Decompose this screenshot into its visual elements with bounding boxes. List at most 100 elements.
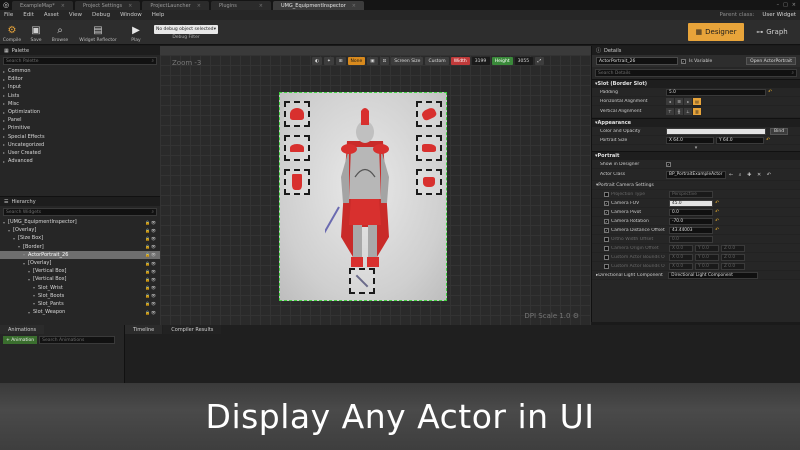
menu-debug[interactable]: Debug: [92, 12, 110, 18]
minimize-icon[interactable]: –: [777, 2, 780, 8]
hierarchy-row[interactable]: ▾ [Overlay] 🔒👁: [0, 259, 160, 267]
height-input[interactable]: 3055: [514, 57, 533, 65]
projection-select[interactable]: Perspective: [669, 190, 713, 198]
align-center-icon[interactable]: ☰: [675, 97, 683, 105]
bounds1-y-input[interactable]: Y 0.0: [695, 253, 719, 261]
actor-portrait-frame[interactable]: [279, 92, 447, 301]
canvas-tool-icon[interactable]: ⤢: [534, 57, 545, 65]
slot-pants[interactable]: [416, 169, 442, 195]
palette-category[interactable]: ▸ Special Effects: [0, 133, 160, 141]
debug-object-select[interactable]: No debug object selected ▾: [154, 24, 218, 34]
palette-category[interactable]: ▸ Uncategorized: [0, 141, 160, 149]
hierarchy-row[interactable]: ▾ [Vertical Box] 🔒👁: [0, 275, 160, 283]
category-slot[interactable]: ▾ Slot (Border Slot): [592, 79, 800, 88]
custom-dropdown[interactable]: Custom: [425, 57, 449, 65]
canvas-tool-icon[interactable]: ⊡: [379, 57, 390, 65]
bounds2-x-input[interactable]: X 0.0: [669, 262, 693, 270]
bounds2-z-input[interactable]: Z 0.0: [721, 262, 745, 270]
close-window-icon[interactable]: ×: [792, 2, 796, 8]
camera-distance-input[interactable]: 43.44003: [669, 226, 713, 234]
canvas-tool-icon[interactable]: ◐: [312, 57, 322, 65]
reset-icon[interactable]: ↶: [766, 137, 770, 143]
align-top-icon[interactable]: ⊤: [666, 108, 674, 115]
hierarchy-row[interactable]: ▾ [Overlay] 🔒👁: [0, 226, 160, 234]
camera-fov-input[interactable]: 45.0: [669, 199, 713, 207]
lock-visibility-icon[interactable]: 🔒👁: [145, 252, 160, 257]
reset-icon[interactable]: ↶: [715, 227, 719, 233]
portrait-size-y-input[interactable]: Y 64.0: [716, 136, 764, 144]
hierarchy-row[interactable]: ▾ Slot_Wrist 🔒👁: [0, 284, 160, 292]
save-button[interactable]: ▣ Save: [24, 20, 48, 45]
align-bottom-icon[interactable]: ⊥: [684, 108, 692, 115]
lock-visibility-icon[interactable]: 🔒👁: [145, 285, 160, 290]
none-button[interactable]: None: [347, 57, 366, 65]
slot-wrist[interactable]: [416, 101, 442, 127]
palette-search-input[interactable]: Search Palette ⌕: [3, 57, 157, 65]
camera-rotation-input[interactable]: -70.0: [669, 217, 713, 225]
category-portrait[interactable]: ▾ Portrait: [592, 151, 800, 160]
lock-visibility-icon[interactable]: 🔒👁: [145, 261, 160, 266]
palette-category[interactable]: ▸ Input: [0, 83, 160, 91]
pivot-checkbox[interactable]: ✓: [604, 209, 609, 215]
bounds1-x-input[interactable]: X 0.0: [669, 253, 693, 261]
projection-checkbox[interactable]: [604, 191, 609, 197]
palette-category[interactable]: ▸ Lists: [0, 92, 160, 100]
tab-animations[interactable]: Animations: [0, 325, 45, 334]
menu-edit[interactable]: Edit: [23, 12, 34, 18]
palette-category[interactable]: ▸ Advanced: [0, 157, 160, 165]
hierarchy-search-input[interactable]: Search Widgets ⌕: [3, 208, 157, 216]
menu-view[interactable]: View: [69, 12, 82, 18]
actor-class-actions[interactable]: ← ⌕ ✚ ✕ ↶: [729, 172, 773, 178]
canvas-tool-icon[interactable]: ✦: [323, 57, 334, 65]
bounds1-checkbox[interactable]: [604, 254, 609, 260]
reset-icon[interactable]: ↶: [715, 218, 719, 224]
portrait-size-x-input[interactable]: X 64.0: [666, 136, 714, 144]
lock-visibility-icon[interactable]: 🔒👁: [145, 244, 160, 249]
reset-icon[interactable]: ↶: [715, 200, 719, 206]
camera-pivot-input[interactable]: 0.0: [669, 208, 713, 216]
actor-class-select[interactable]: BP_PortraitExampleActor: [666, 170, 726, 179]
gear-icon[interactable]: ⚙: [573, 312, 579, 320]
bounds2-y-input[interactable]: Y 0.0: [695, 262, 719, 270]
is-variable-checkbox[interactable]: ✓: [681, 58, 686, 64]
slot-cape[interactable]: [284, 169, 310, 195]
canvas-tool-icon[interactable]: ▣: [367, 57, 378, 65]
lock-visibility-icon[interactable]: 🔒👁: [145, 277, 160, 282]
parent-class-value[interactable]: User Widget: [762, 12, 796, 18]
add-animation-button[interactable]: + Animation: [3, 336, 38, 344]
distance-checkbox[interactable]: ✓: [604, 227, 609, 233]
bind-button[interactable]: Bind: [770, 127, 789, 135]
hierarchy-row[interactable]: ▾ Slot_Pants 🔒👁: [0, 300, 160, 308]
hierarchy-row[interactable]: ▾ [Size Box] 🔒👁: [0, 234, 160, 242]
close-icon[interactable]: ×: [346, 3, 356, 9]
align-right-icon[interactable]: ⫸: [684, 97, 692, 105]
play-button[interactable]: ▶ Play: [124, 20, 148, 45]
close-icon[interactable]: ×: [55, 3, 65, 9]
designer-mode-button[interactable]: ▦ Designer: [688, 23, 744, 41]
palette-category[interactable]: ▸ User Created: [0, 149, 160, 157]
slot-shoulder[interactable]: [284, 135, 310, 161]
align-left-icon[interactable]: ⫷: [666, 97, 674, 105]
lock-visibility-icon[interactable]: 🔒👁: [145, 228, 160, 233]
compile-button[interactable]: ⚙ Compile: [0, 20, 24, 45]
origin-y-input[interactable]: Y 0.0: [695, 244, 719, 252]
lock-visibility-icon[interactable]: 🔒👁: [145, 236, 160, 241]
tab-compiler-results[interactable]: Compiler Results: [163, 325, 222, 334]
ortho-width-input[interactable]: 0.0: [669, 235, 713, 243]
lock-visibility-icon[interactable]: 🔒👁: [145, 269, 160, 274]
palette-category[interactable]: ▸ Optimization: [0, 108, 160, 116]
lock-visibility-icon[interactable]: 🔒👁: [145, 310, 160, 315]
palette-category[interactable]: ▸ Panel: [0, 116, 160, 124]
lock-visibility-icon[interactable]: 🔒👁: [145, 220, 160, 225]
palette-category[interactable]: ▸ Primitive: [0, 124, 160, 132]
tab-project-launcher[interactable]: ProjectLauncher ×: [142, 1, 209, 10]
search-animations-input[interactable]: Search Animations: [39, 336, 116, 344]
directional-light-select[interactable]: Directional Light Component: [668, 271, 759, 279]
slot-helmet[interactable]: [284, 101, 310, 127]
widget-name-input[interactable]: ActorPortrait_26: [596, 57, 678, 65]
maximize-icon[interactable]: □: [783, 2, 788, 8]
lock-visibility-icon[interactable]: 🔒👁: [145, 301, 160, 306]
origin-checkbox[interactable]: [604, 245, 609, 251]
lock-visibility-icon[interactable]: 🔒👁: [145, 293, 160, 298]
padding-input[interactable]: 5.0: [666, 88, 766, 96]
